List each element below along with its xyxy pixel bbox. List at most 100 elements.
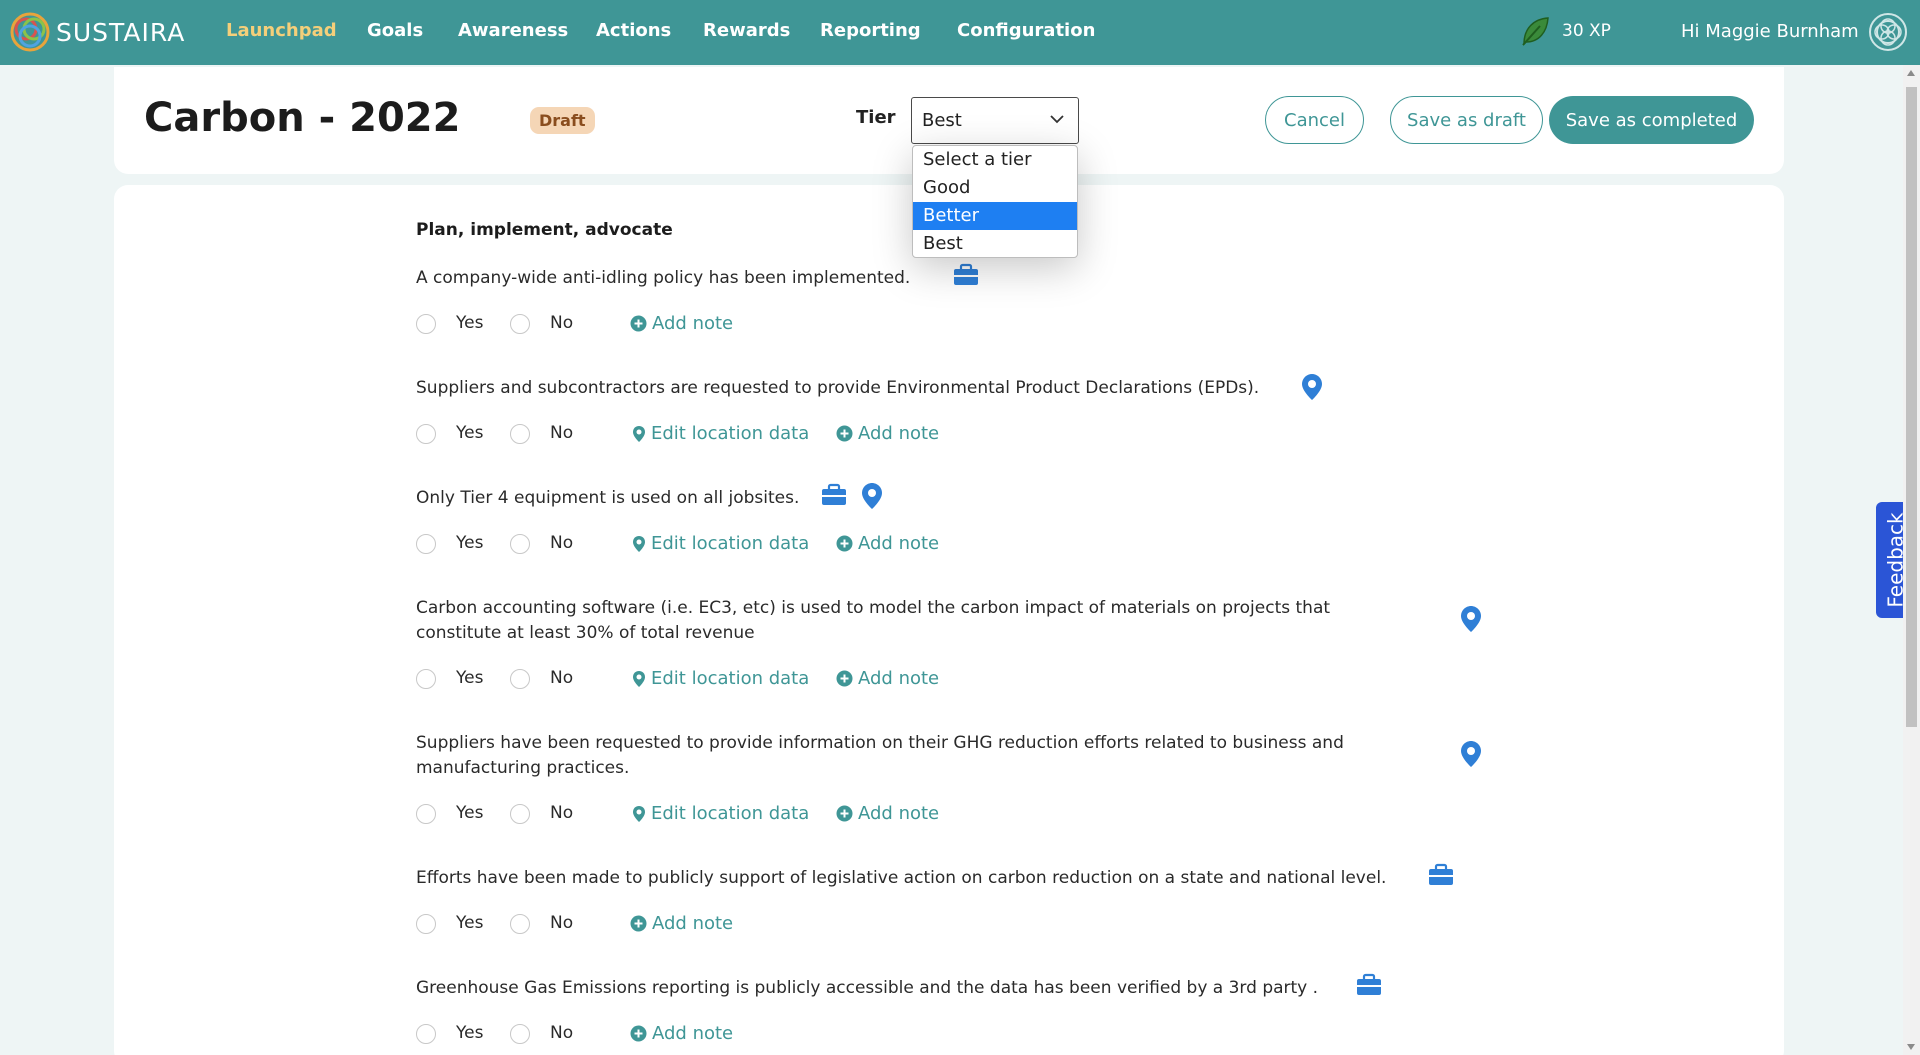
no-radio[interactable]: [510, 804, 530, 824]
yes-radio[interactable]: [416, 424, 436, 444]
nav-configuration[interactable]: Configuration: [957, 20, 1095, 41]
save-as-completed-button[interactable]: Save as completed: [1549, 96, 1754, 144]
no-label: No: [550, 803, 574, 823]
tier-option-best[interactable]: Best: [913, 230, 1077, 257]
nav-goals[interactable]: Goals: [367, 20, 423, 41]
briefcase-icon: [954, 263, 978, 285]
plus-circle-icon: [630, 915, 647, 932]
yes-label: Yes: [456, 913, 484, 933]
section-title: Plan, implement, advocate: [416, 220, 673, 240]
add-note-label: Add note: [858, 533, 940, 554]
question-text: Only Tier 4 equipment is used on all job…: [416, 488, 800, 508]
leaf-icon: [1522, 17, 1549, 46]
save-as-draft-button[interactable]: Save as draft: [1390, 96, 1543, 144]
add-note-label: Add note: [652, 913, 734, 934]
answer-row: Yes No Edit location data Add note: [416, 801, 1016, 827]
yes-radio[interactable]: [416, 1024, 436, 1044]
scrollbar-thumb[interactable]: [1906, 87, 1917, 727]
brand-name: SUSTAIRA: [56, 17, 186, 47]
xp-indicator: 30 XP: [1518, 14, 1611, 48]
yes-label: Yes: [456, 533, 484, 553]
top-navigation-bar: SUSTAIRA Launchpad Goals Awareness Actio…: [0, 0, 1920, 65]
location-pin-icon: [1302, 374, 1322, 400]
no-radio[interactable]: [510, 424, 530, 444]
edit-location-label: Edit location data: [651, 803, 810, 824]
add-note-label: Add note: [858, 668, 940, 689]
answer-row: Yes No Add note: [416, 1021, 816, 1047]
edit-location-link[interactable]: Edit location data: [632, 533, 809, 554]
add-note-link[interactable]: Add note: [836, 803, 939, 824]
yes-label: Yes: [456, 803, 484, 823]
edit-location-label: Edit location data: [651, 533, 810, 554]
answer-row: Yes No Edit location data Add note: [416, 531, 1016, 557]
tier-option-select[interactable]: Select a tier: [913, 146, 1077, 174]
cancel-button[interactable]: Cancel: [1265, 96, 1364, 144]
question-text: Suppliers and subcontractors are request…: [416, 378, 1260, 398]
edit-location-label: Edit location data: [651, 668, 810, 689]
add-note-label: Add note: [652, 313, 734, 334]
answer-row: Yes No Add note: [416, 311, 816, 337]
location-pin-icon: [862, 483, 882, 509]
no-radio[interactable]: [510, 669, 530, 689]
no-radio[interactable]: [510, 314, 530, 334]
edit-location-link[interactable]: Edit location data: [632, 423, 809, 444]
edit-location-link[interactable]: Edit location data: [632, 668, 809, 689]
tier-option-better[interactable]: Better: [913, 202, 1077, 230]
no-label: No: [550, 913, 574, 933]
tier-label: Tier: [856, 107, 896, 128]
scroll-down-arrow-icon[interactable]: [1907, 1044, 1915, 1050]
answer-row: Yes No Add note: [416, 911, 816, 937]
status-badge: Draft: [530, 107, 595, 134]
plus-circle-icon: [836, 425, 853, 442]
xp-value: 30 XP: [1562, 21, 1611, 41]
answer-row: Yes No Edit location data Add note: [416, 421, 1016, 447]
add-note-link[interactable]: Add note: [630, 913, 733, 934]
nav-rewards[interactable]: Rewards: [703, 20, 790, 41]
plus-circle-icon: [630, 1025, 647, 1042]
yes-radio[interactable]: [416, 314, 436, 334]
add-note-link[interactable]: Add note: [630, 313, 733, 334]
plus-circle-icon: [836, 805, 853, 822]
yes-radio[interactable]: [416, 914, 436, 934]
user-avatar-icon[interactable]: [1868, 12, 1908, 52]
plus-circle-icon: [836, 670, 853, 687]
no-radio[interactable]: [510, 1024, 530, 1044]
no-label: No: [550, 313, 574, 333]
question-text: Carbon accounting software (i.e. EC3, et…: [416, 598, 1331, 643]
yes-radio[interactable]: [416, 669, 436, 689]
nav-reporting[interactable]: Reporting: [820, 20, 921, 41]
tier-option-good[interactable]: Good: [913, 174, 1077, 202]
nav-awareness[interactable]: Awareness: [458, 20, 568, 41]
yes-radio[interactable]: [416, 534, 436, 554]
no-radio[interactable]: [510, 914, 530, 934]
question-text: A company-wide anti-idling policy has be…: [416, 268, 911, 288]
location-pin-icon: [633, 670, 645, 687]
page-scrollbar[interactable]: [1903, 65, 1920, 1055]
brand-logo[interactable]: SUSTAIRA: [10, 12, 185, 52]
location-pin-icon: [1461, 606, 1481, 632]
yes-label: Yes: [456, 1023, 484, 1043]
page-title: Carbon - 2022: [144, 95, 461, 141]
scroll-up-arrow-icon[interactable]: [1907, 70, 1915, 76]
plus-circle-icon: [836, 535, 853, 552]
question-text: Efforts have been made to publicly suppo…: [416, 868, 1387, 888]
no-label: No: [550, 668, 574, 688]
edit-location-link[interactable]: Edit location data: [632, 803, 809, 824]
no-radio[interactable]: [510, 534, 530, 554]
location-pin-icon: [633, 805, 645, 822]
tier-select[interactable]: Best: [911, 97, 1079, 144]
add-note-link[interactable]: Add note: [836, 533, 939, 554]
add-note-link[interactable]: Add note: [630, 1023, 733, 1044]
yes-radio[interactable]: [416, 804, 436, 824]
nav-launchpad[interactable]: Launchpad: [226, 20, 337, 41]
add-note-link[interactable]: Add note: [836, 668, 939, 689]
yes-label: Yes: [456, 313, 484, 333]
location-pin-icon: [633, 535, 645, 552]
location-pin-icon: [1461, 741, 1481, 767]
chevron-down-icon: [1050, 115, 1064, 124]
nav-actions[interactable]: Actions: [596, 20, 671, 41]
add-note-link[interactable]: Add note: [836, 423, 939, 444]
add-note-label: Add note: [652, 1023, 734, 1044]
briefcase-icon: [1357, 973, 1381, 995]
briefcase-icon: [822, 483, 846, 505]
